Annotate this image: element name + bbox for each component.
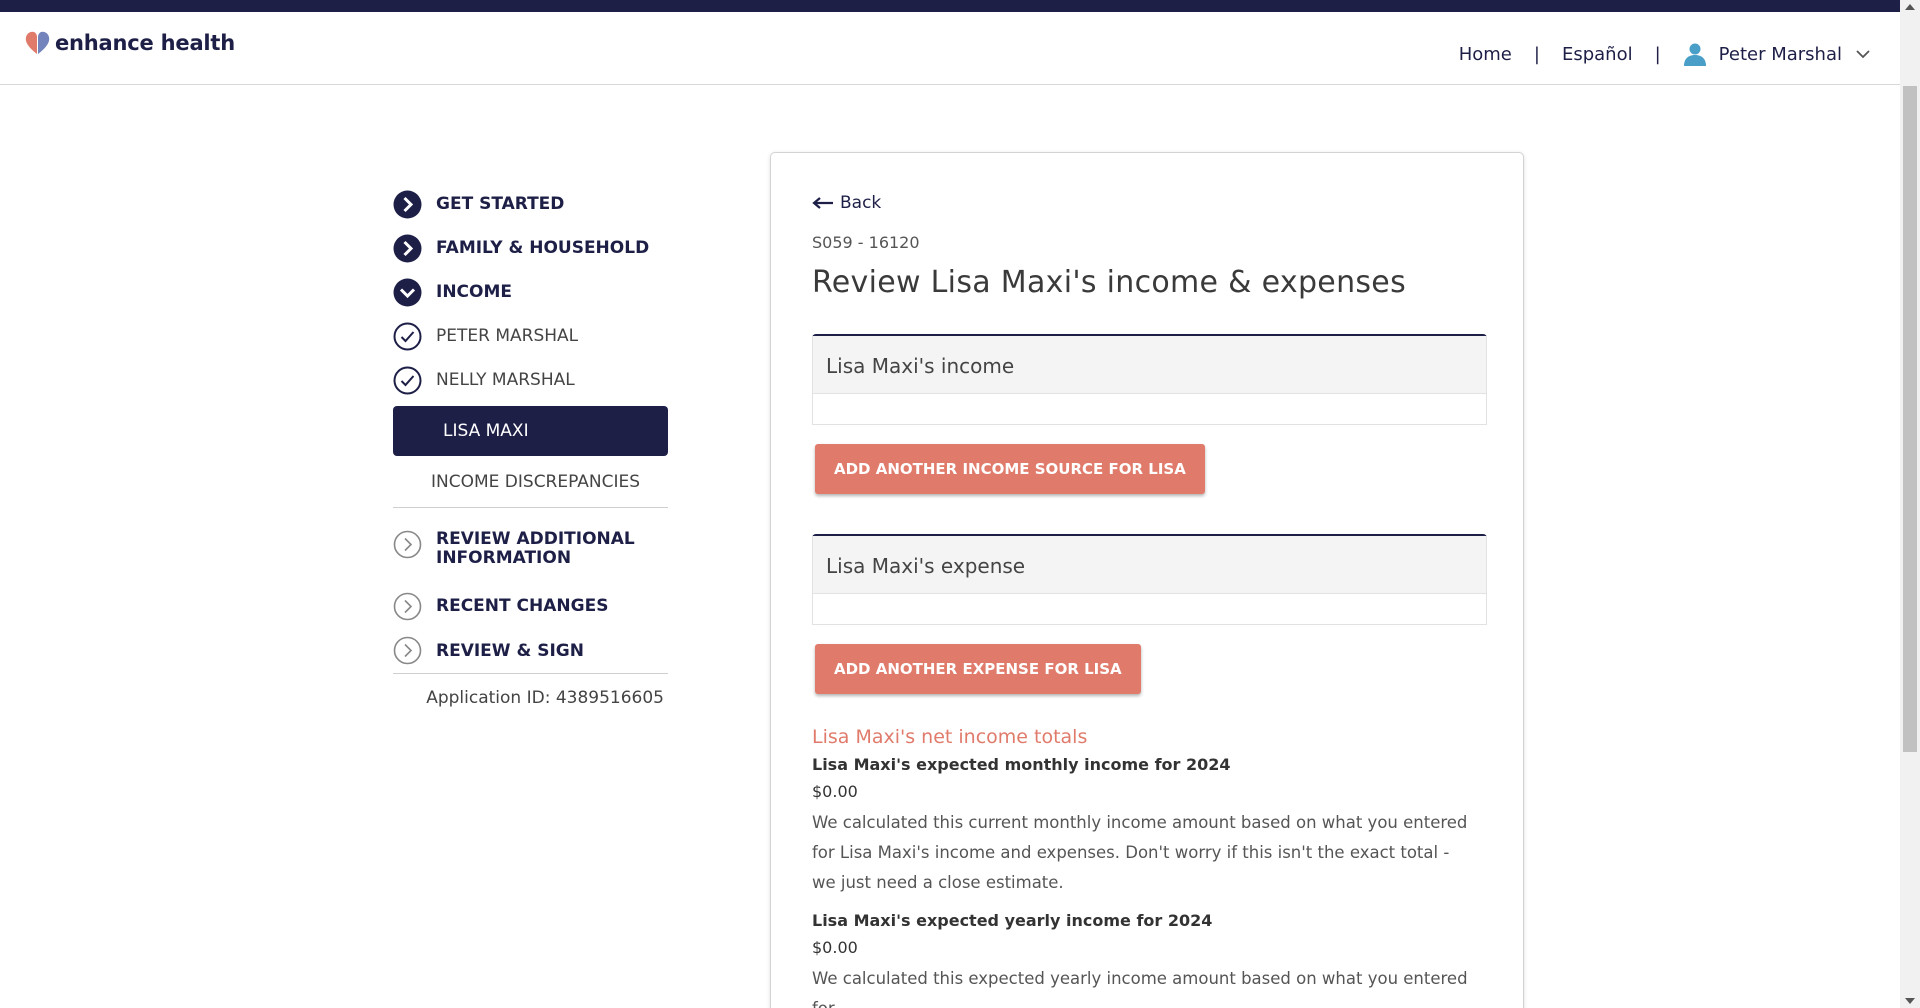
income-panel: Lisa Maxi's income [812,334,1487,425]
nav-separator: | [1654,43,1661,65]
add-expense-button[interactable]: ADD ANOTHER EXPENSE FOR LISA [815,644,1141,694]
step-get-started[interactable]: GET STARTED [393,182,668,226]
income-panel-header: Lisa Maxi's income [812,336,1487,394]
step-family-household[interactable]: FAMILY & HOUSEHOLD [393,226,668,270]
arrow-left-icon [812,197,833,209]
step-label: REVIEW & SIGN [436,640,584,661]
vertical-scrollbar[interactable] [1900,0,1920,1008]
step-nelly-marshal[interactable]: NELLY MARSHAL [393,358,668,402]
user-name: Peter Marshal [1718,43,1842,65]
step-income[interactable]: INCOME [393,270,668,314]
scroll-down-arrow-icon[interactable] [1905,998,1915,1004]
step-label: REVIEW ADDITIONAL INFORMATION [436,529,635,568]
top-accent-strip [0,0,1900,12]
chevron-right-filled-icon [393,190,422,218]
yearly-income-amount: $0.00 [812,938,858,957]
nav-language-link[interactable]: Español [1562,44,1633,65]
monthly-income-note: We calculated this current monthly incom… [812,813,1468,892]
chevron-right-outline-icon [393,530,422,559]
step-review-sign[interactable]: REVIEW & SIGN [393,628,668,674]
nav-separator: | [1533,43,1540,65]
user-icon [1683,43,1706,66]
step-income-discrepancies[interactable]: INCOME DISCREPANCIES [393,456,668,508]
heart-logo-icon [25,31,50,54]
application-id: Application ID: 4389516605 [426,688,664,708]
user-menu[interactable]: Peter Marshal [1683,42,1870,66]
step-label: GET STARTED [436,194,565,214]
step-label: INCOME [436,282,513,302]
application-code: S059 - 16120 [812,233,920,252]
income-panel-body [812,394,1487,425]
header-nav: Home | Español | Peter Marshal [1459,42,1870,66]
chevron-right-outline-icon [393,592,422,620]
logo-text: enhance health [55,31,236,55]
nav-home-link[interactable]: Home [1459,44,1512,65]
logo[interactable]: enhance health [24,30,235,56]
expense-panel: Lisa Maxi's expense [812,534,1487,625]
chevron-down-icon [1856,50,1870,59]
step-label: LISA MAXI [443,421,529,441]
income-review-card: Back S059 - 16120 Review Lisa Maxi's inc… [770,152,1524,1008]
back-link[interactable]: Back [812,193,881,213]
expense-panel-body [812,594,1487,625]
step-label: FAMILY & HOUSEHOLD [436,238,650,258]
page-title: Review Lisa Maxi's income & expenses [812,265,1406,300]
step-label: PETER MARSHAL [436,326,579,346]
add-income-source-button[interactable]: ADD ANOTHER INCOME SOURCE FOR LISA [815,444,1205,494]
expense-panel-header: Lisa Maxi's expense [812,536,1487,594]
step-label: INCOME DISCREPANCIES [431,471,641,492]
progress-sidebar: GET STARTED FAMILY & HOUSEHOLD INCOME PE… [393,182,668,708]
step-recent-changes[interactable]: RECENT CHANGES [393,584,668,628]
step-label: NELLY MARSHAL [436,370,575,390]
monthly-income-label: Lisa Maxi's expected monthly income for … [812,755,1231,774]
step-review-additional-information[interactable]: REVIEW ADDITIONAL INFORMATION [393,522,668,584]
step-label: RECENT CHANGES [436,596,609,616]
chevron-right-outline-icon [393,636,422,665]
step-peter-marshal[interactable]: PETER MARSHAL [393,314,668,358]
scroll-up-arrow-icon[interactable] [1905,4,1915,10]
yearly-income-note: We calculated this expected yearly incom… [812,969,1468,1008]
scroll-thumb[interactable] [1903,86,1917,752]
net-income-totals-heading: Lisa Maxi's net income totals [812,726,1088,748]
yearly-income-label: Lisa Maxi's expected yearly income for 2… [812,911,1213,930]
check-circle-icon [393,322,422,350]
site-header: enhance health Home | Español | Peter Ma… [0,12,1900,85]
back-label: Back [840,193,882,213]
chevron-down-filled-icon [393,278,422,306]
step-lisa-maxi-active[interactable]: LISA MAXI [393,406,668,456]
chevron-right-filled-icon [393,234,422,262]
monthly-income-amount: $0.00 [812,782,858,801]
check-circle-icon [393,366,422,394]
